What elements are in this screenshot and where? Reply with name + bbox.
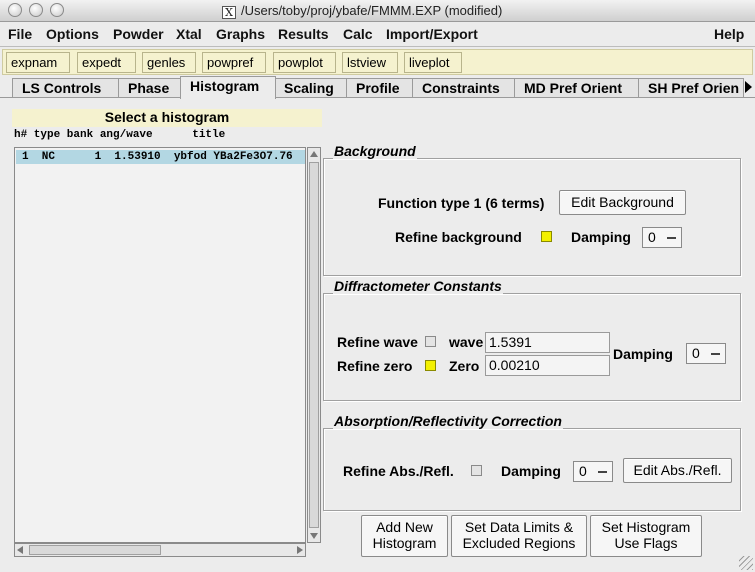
menu-bar: File Options Powder Xtal Graphs Results … xyxy=(0,23,755,47)
function-type-label: Function type 1 (6 terms) xyxy=(378,195,545,211)
zero-input[interactable]: 0.00210 xyxy=(485,355,610,376)
set-histogram-use-flags-line2: Use Flags xyxy=(614,535,678,551)
toolbar: expnam expedt genles powpref powplot lst… xyxy=(2,49,753,75)
absorption-legend: Absorption/Reflectivity Correction xyxy=(333,413,563,429)
menu-file[interactable]: File xyxy=(8,26,32,42)
tab-divider xyxy=(0,97,755,98)
tab-profile[interactable]: Profile xyxy=(346,78,414,98)
absorption-damping-label: Damping xyxy=(501,463,561,479)
tab-scroll-right-icon[interactable] xyxy=(745,81,752,93)
refine-zero-label: Refine zero xyxy=(337,358,413,374)
set-data-limits-button[interactable]: Set Data Limits & Excluded Regions xyxy=(451,515,587,557)
histogram-row[interactable]: 1 NC 1 1.53910 ybfod YBa2Fe3O7.76 xyxy=(16,150,305,164)
set-histogram-use-flags-button[interactable]: Set Histogram Use Flags xyxy=(590,515,702,557)
expnam-button[interactable]: expnam xyxy=(6,52,70,73)
set-data-limits-line2: Excluded Regions xyxy=(462,535,576,551)
background-legend: Background xyxy=(333,143,417,159)
refine-background-label: Refine background xyxy=(395,229,522,245)
wave-input[interactable]: 1.5391 xyxy=(485,332,610,353)
absorption-damping-select[interactable]: 0 xyxy=(573,461,613,482)
absorption-damping-value: 0 xyxy=(579,463,587,479)
lstview-button[interactable]: lstview xyxy=(342,52,398,73)
genles-button[interactable]: genles xyxy=(142,52,196,73)
powpref-button[interactable]: powpref xyxy=(202,52,266,73)
diffractometer-damping-select[interactable]: 0 xyxy=(686,343,726,364)
menu-graphs[interactable]: Graphs xyxy=(216,26,265,42)
refine-zero-checkbox[interactable] xyxy=(425,360,436,371)
resize-grip-icon[interactable] xyxy=(739,556,753,570)
tab-md-pref-orient[interactable]: MD Pref Orient xyxy=(514,78,640,98)
zoom-window-icon[interactable] xyxy=(50,3,64,17)
background-damping-label: Damping xyxy=(571,229,631,245)
scroll-thumb[interactable] xyxy=(29,545,161,555)
minimize-window-icon[interactable] xyxy=(29,3,43,17)
refine-wave-label: Refine wave xyxy=(337,334,418,350)
dropdown-indicator-icon xyxy=(711,353,720,355)
refine-abs-label: Refine Abs./Refl. xyxy=(343,463,454,479)
powplot-button[interactable]: powplot xyxy=(273,52,336,73)
tab-bar: LS Controls Phase Histogram Scaling Prof… xyxy=(0,76,755,99)
set-histogram-use-flags-line1: Set Histogram xyxy=(601,519,691,535)
close-window-icon[interactable] xyxy=(8,3,22,17)
set-data-limits-line1: Set Data Limits & xyxy=(464,519,574,535)
tab-phase[interactable]: Phase xyxy=(118,78,182,98)
menu-xtal[interactable]: Xtal xyxy=(176,26,202,42)
menu-help[interactable]: Help xyxy=(714,26,744,42)
tab-ls-controls[interactable]: LS Controls xyxy=(12,78,120,98)
scroll-up-icon[interactable] xyxy=(310,151,318,157)
background-group xyxy=(323,158,741,276)
add-new-histogram-button[interactable]: Add New Histogram xyxy=(361,515,448,557)
background-damping-select[interactable]: 0 xyxy=(642,227,682,248)
x11-icon: X xyxy=(222,6,236,19)
window-title: X/Users/toby/proj/ybafe/FMMM.EXP (modifi… xyxy=(222,3,502,19)
edit-background-button[interactable]: Edit Background xyxy=(559,190,686,215)
zero-label: Zero xyxy=(449,358,480,374)
wave-label: wave xyxy=(449,334,484,350)
tab-constraints[interactable]: Constraints xyxy=(412,78,516,98)
menu-powder[interactable]: Powder xyxy=(113,26,164,42)
tab-histogram[interactable]: Histogram xyxy=(180,76,276,99)
window-title-text: /Users/toby/proj/ybafe/FMMM.EXP (modifie… xyxy=(241,3,503,18)
menu-import-export[interactable]: Import/Export xyxy=(386,26,478,42)
menu-results[interactable]: Results xyxy=(278,26,329,42)
diffractometer-damping-label: Damping xyxy=(613,346,673,362)
histogram-list-header: h# type bank ang/wave title xyxy=(14,129,226,141)
refine-wave-checkbox[interactable] xyxy=(425,336,436,347)
dropdown-indicator-icon xyxy=(598,471,607,473)
histogram-vertical-scrollbar[interactable] xyxy=(307,147,321,543)
add-new-histogram-line1: Add New xyxy=(376,519,433,535)
expedt-button[interactable]: expedt xyxy=(77,52,136,73)
edit-abs-refl-button[interactable]: Edit Abs./Refl. xyxy=(623,458,732,483)
histogram-list-title: Select a histogram xyxy=(12,109,322,127)
menu-options[interactable]: Options xyxy=(46,26,99,42)
histogram-horizontal-scrollbar[interactable] xyxy=(14,543,306,557)
liveplot-button[interactable]: liveplot xyxy=(404,52,462,73)
menu-calc[interactable]: Calc xyxy=(343,26,373,42)
dropdown-indicator-icon xyxy=(667,237,676,239)
tab-scaling[interactable]: Scaling xyxy=(274,78,348,98)
scroll-down-icon[interactable] xyxy=(310,533,318,539)
diffractometer-legend: Diffractometer Constants xyxy=(333,278,503,294)
refine-abs-checkbox[interactable] xyxy=(471,465,482,476)
add-new-histogram-line2: Histogram xyxy=(372,535,437,551)
scroll-left-icon[interactable] xyxy=(17,546,23,554)
background-damping-value: 0 xyxy=(648,229,656,245)
scroll-thumb[interactable] xyxy=(309,162,319,528)
tab-sh-pref-orient[interactable]: SH Pref Orien xyxy=(638,78,744,98)
refine-background-checkbox[interactable] xyxy=(541,231,552,242)
scroll-right-icon[interactable] xyxy=(297,546,303,554)
diffractometer-damping-value: 0 xyxy=(692,345,700,361)
title-bar: X/Users/toby/proj/ybafe/FMMM.EXP (modifi… xyxy=(0,0,755,22)
histogram-list[interactable]: 1 NC 1 1.53910 ybfod YBa2Fe3O7.76 xyxy=(14,147,306,543)
